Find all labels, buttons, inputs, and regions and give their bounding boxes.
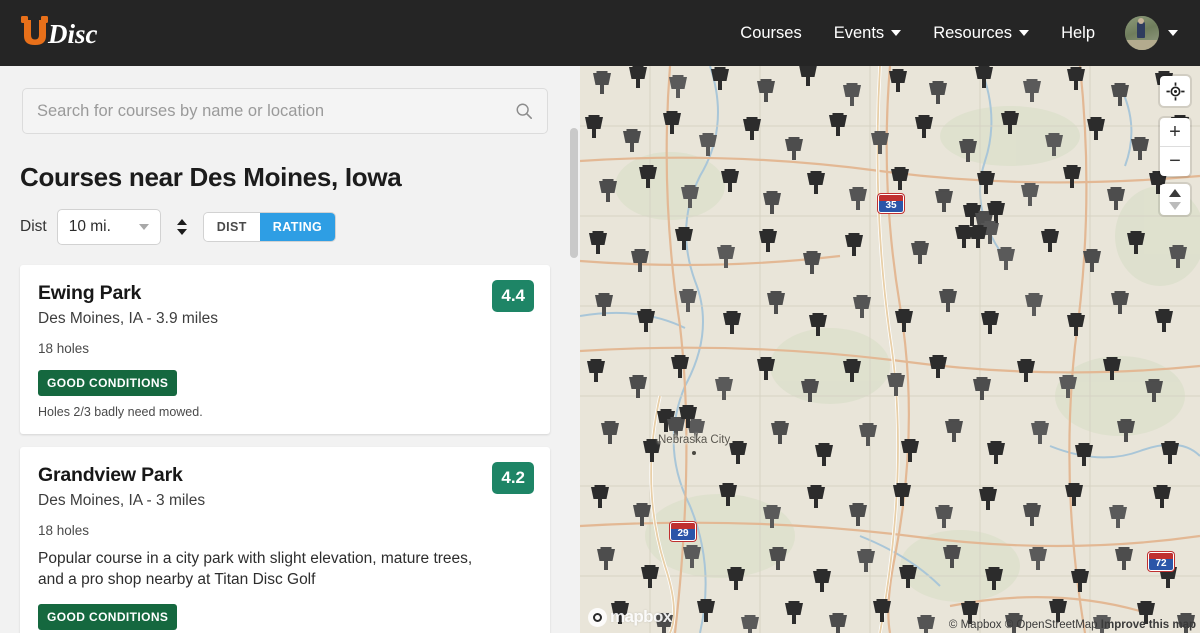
chevron-down-icon — [139, 224, 149, 230]
highway-number: 72 — [1155, 559, 1166, 569]
course-description: Popular course in a city park with sligh… — [38, 549, 478, 590]
top-navbar: Disc Courses Events Resources Help — [0, 0, 1200, 66]
highway-shield: 35 — [878, 194, 904, 213]
map-attribution: © Mapbox © OpenStreetMap Improve this ma… — [949, 619, 1196, 631]
distance-value: 10 mi. — [58, 218, 111, 236]
nav-label-courses: Courses — [740, 24, 801, 43]
course-markers-layer[interactable] — [580, 66, 1200, 633]
sort-option-dist[interactable]: DIST — [204, 213, 260, 241]
sort-option-rating[interactable]: RATING — [260, 213, 335, 241]
mapbox-wordmark: mapbox — [610, 607, 672, 627]
mapbox-mark-icon — [588, 608, 607, 627]
sort-mode-toggle: DIST RATING — [203, 212, 336, 242]
attribution-improve-link[interactable]: Improve this map — [1101, 619, 1196, 631]
nav-item-resources[interactable]: Resources — [917, 14, 1045, 53]
map-city-dot — [692, 451, 696, 455]
highway-number: 29 — [677, 529, 688, 539]
nav-item-help[interactable]: Help — [1045, 14, 1111, 53]
sort-descending-icon — [177, 229, 187, 235]
attribution-osm[interactable]: © OpenStreetMap — [1005, 619, 1098, 631]
sidebar-scrollbar-thumb[interactable] — [570, 128, 578, 258]
highway-number: 35 — [885, 201, 896, 211]
nav-label-help: Help — [1061, 24, 1095, 43]
rating-badge: 4.4 — [492, 280, 534, 312]
course-holes: 18 holes — [38, 341, 532, 356]
chevron-down-icon — [1168, 30, 1178, 36]
course-card[interactable]: Ewing Park Des Moines, IA - 3.9 miles 18… — [20, 265, 550, 434]
mapbox-logo[interactable]: mapbox — [588, 607, 672, 627]
compass-tilt-control[interactable] — [1160, 184, 1190, 215]
attribution-mapbox[interactable]: © Mapbox — [949, 619, 1002, 631]
search-icon[interactable] — [515, 102, 533, 120]
course-name: Grandview Park — [38, 464, 532, 487]
highway-shield: 72 — [1148, 552, 1174, 571]
nav-label-events: Events — [834, 24, 884, 43]
udisc-logo-icon: Disc — [14, 12, 126, 54]
account-menu[interactable] — [1111, 10, 1186, 56]
rating-badge: 4.2 — [492, 462, 534, 494]
nav-links: Courses Events Resources Help — [724, 10, 1200, 56]
course-location: Des Moines, IA - 3 miles — [38, 492, 532, 510]
zoom-out-button[interactable]: − — [1160, 147, 1190, 176]
avatar — [1125, 16, 1159, 50]
udisc-logo[interactable]: Disc — [14, 11, 126, 55]
geolocate-button[interactable] — [1160, 76, 1190, 106]
nav-item-courses[interactable]: Courses — [724, 14, 817, 53]
status-badge: GOOD CONDITIONS — [38, 604, 177, 630]
sidebar-scrollbar[interactable] — [568, 66, 580, 633]
search-box[interactable] — [22, 88, 548, 134]
course-card[interactable]: Grandview Park Des Moines, IA - 3 miles … — [20, 447, 550, 633]
zoom-in-button[interactable]: + — [1160, 118, 1190, 147]
zoom-controls: + − — [1160, 118, 1190, 176]
sort-direction-toggle[interactable] — [171, 219, 193, 235]
course-name: Ewing Park — [38, 282, 532, 305]
chevron-down-icon — [891, 30, 901, 36]
page-title: Courses near Des Moines, Iowa — [20, 162, 570, 193]
distance-select[interactable]: 10 mi. — [57, 209, 161, 245]
course-holes: 18 holes — [38, 523, 532, 538]
course-sidebar: Courses near Des Moines, Iowa Dist 10 mi… — [0, 66, 570, 633]
highway-shield: 29 — [670, 522, 696, 541]
sort-ascending-icon — [177, 219, 187, 225]
tilt-down-icon — [1169, 202, 1181, 210]
chevron-down-icon — [1019, 30, 1029, 36]
nav-item-events[interactable]: Events — [818, 14, 917, 53]
nav-label-resources: Resources — [933, 24, 1012, 43]
map-city-label: Nebraska City — [658, 434, 730, 446]
tilt-up-icon — [1169, 189, 1181, 197]
status-badge: GOOD CONDITIONS — [38, 370, 177, 396]
course-location: Des Moines, IA - 3.9 miles — [38, 310, 532, 328]
geolocate-icon — [1166, 82, 1185, 101]
dist-label: Dist — [20, 218, 47, 236]
course-list: Ewing Park Des Moines, IA - 3.9 miles 18… — [0, 265, 570, 633]
svg-text:Disc: Disc — [47, 19, 98, 49]
search-row — [0, 66, 570, 134]
search-input[interactable] — [23, 102, 547, 121]
condition-note: Holes 2/3 badly need mowed. — [38, 405, 532, 419]
filter-row: Dist 10 mi. DIST RATING — [20, 209, 570, 245]
map-panel[interactable]: Nebraska City 35 29 72 + − mapbox © Map — [580, 66, 1200, 633]
